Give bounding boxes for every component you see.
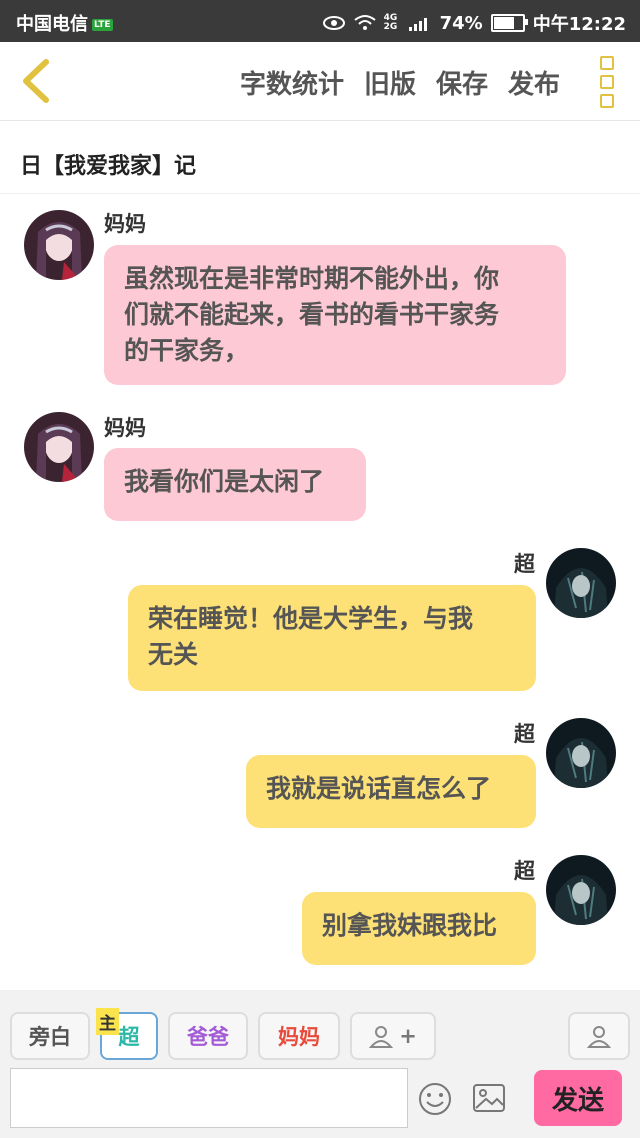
network-type-label: 4G 2G (383, 13, 398, 32)
message-line: 们就不能起来，看书的看书干家务 (124, 300, 500, 329)
clock: 中午12:22 (532, 14, 626, 35)
character-chip-chao[interactable]: 主 超 (96, 1008, 158, 1060)
carrier-label: 中国电信 LTE (16, 14, 113, 35)
battery-percent: 74% (439, 12, 483, 34)
character-manage-button[interactable] (568, 1012, 630, 1060)
message-line: 的干家务， (124, 336, 250, 365)
chip-label: 超 (118, 1025, 140, 1049)
battery-icon (490, 14, 528, 32)
add-character-button[interactable]: + (350, 1012, 436, 1060)
avatar-chao[interactable] (546, 548, 616, 618)
avatar-mom[interactable] (24, 412, 94, 482)
speaker-name: 妈妈 (104, 416, 146, 440)
old-version-button[interactable]: 旧版 (364, 64, 416, 101)
avatar-mom[interactable] (24, 210, 94, 280)
back-arrow-icon[interactable] (18, 58, 52, 104)
save-button[interactable]: 保存 (436, 64, 488, 101)
message-text: 我就是说话直怎么了 (266, 774, 492, 803)
publish-button[interactable]: 发布 (508, 64, 560, 101)
speaker-name: 妈妈 (104, 212, 146, 236)
character-chip-narrator[interactable]: 旁白 (10, 1012, 90, 1060)
person-icon (587, 1026, 611, 1048)
divider (0, 193, 640, 194)
eye-icon (322, 16, 345, 30)
avatar-chao[interactable] (546, 855, 616, 925)
emoji-icon[interactable] (418, 1082, 452, 1116)
status-bar: 中国电信 LTE 4G 2G 74% 中午12:22 (0, 0, 640, 42)
message-bubble[interactable]: 别拿我妹跟我比 (302, 892, 536, 965)
more-menu-icon[interactable] (600, 56, 616, 108)
image-icon[interactable] (472, 1082, 506, 1114)
message-line: 虽然现在是非常时期不能外出，你 (124, 264, 500, 293)
message-text: 我看你们是太闲了 (124, 467, 325, 496)
message-line: 荣在睡觉！他是大学生，与我 (148, 604, 474, 633)
character-chip-mom[interactable]: 妈妈 (258, 1012, 340, 1060)
wifi-icon (353, 15, 376, 30)
chip-label: 旁白 (29, 1025, 71, 1049)
person-add-icon (369, 1026, 394, 1048)
message-bubble[interactable]: 荣在睡觉！他是大学生，与我 无关 (128, 585, 536, 691)
message-input[interactable] (10, 1068, 408, 1128)
chip-label: 爸爸 (187, 1025, 229, 1049)
signal-icon (408, 18, 427, 31)
speaker-name: 超 (514, 552, 535, 576)
message-line: 无关 (148, 640, 199, 669)
speaker-name: 超 (514, 722, 535, 746)
story-title: 日【我爱我家】记 (20, 154, 197, 179)
message-bubble[interactable]: 虽然现在是非常时期不能外出，你 们就不能起来，看书的看书干家务 的干家务， (104, 245, 566, 385)
speaker-name: 超 (514, 859, 535, 883)
lte-badge: LTE (92, 19, 113, 31)
send-button[interactable]: 发送 (534, 1070, 622, 1126)
add-symbol: + (399, 1024, 417, 1048)
chip-label: 妈妈 (278, 1025, 320, 1049)
main-character-badge: 主 (96, 1008, 119, 1035)
message-bubble[interactable]: 我就是说话直怎么了 (246, 755, 536, 828)
message-bubble[interactable]: 我看你们是太闲了 (104, 448, 366, 521)
top-toolbar: 字数统计 旧版 保存 发布 (0, 42, 640, 121)
word-count-button[interactable]: 字数统计 (240, 64, 344, 101)
character-chip-dad[interactable]: 爸爸 (168, 1012, 248, 1060)
avatar-chao[interactable] (546, 718, 616, 788)
message-text: 别拿我妹跟我比 (322, 911, 498, 940)
